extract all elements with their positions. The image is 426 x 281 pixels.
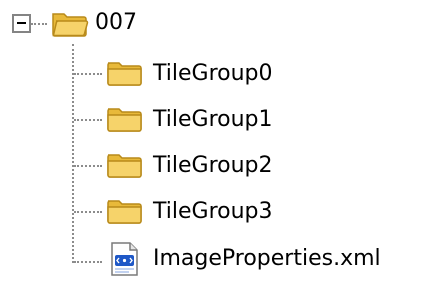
xml-file-icon	[111, 242, 138, 276]
folder-icon	[107, 108, 142, 132]
folder-icon	[107, 200, 142, 224]
tree-node-tilegroup0[interactable]: TileGroup0	[0, 56, 426, 92]
folder-icon	[107, 154, 142, 178]
tree-node-tilegroup2[interactable]: TileGroup2	[0, 148, 426, 184]
tree-node-root[interactable]: 007	[0, 6, 426, 42]
tree-node-tilegroup3[interactable]: TileGroup3	[0, 194, 426, 230]
folder-open-icon	[52, 13, 89, 37]
collapse-toggle[interactable]	[12, 14, 31, 33]
tree-node-imageproperties[interactable]: ImageProperties.xml	[0, 241, 426, 277]
folder-tree: 007 TileGroup0 TileGroup1 TileGroup2 Til…	[0, 0, 426, 281]
tree-node-label[interactable]: TileGroup1	[150, 105, 276, 135]
tree-node-tilegroup1[interactable]: TileGroup1	[0, 102, 426, 138]
tree-node-label[interactable]: 007	[92, 8, 140, 38]
folder-icon	[107, 62, 142, 86]
tree-node-label[interactable]: TileGroup0	[150, 59, 276, 89]
tree-node-label[interactable]: TileGroup2	[150, 151, 276, 181]
tree-node-label[interactable]: TileGroup3	[150, 197, 276, 227]
tree-node-label[interactable]: ImageProperties.xml	[150, 244, 384, 274]
